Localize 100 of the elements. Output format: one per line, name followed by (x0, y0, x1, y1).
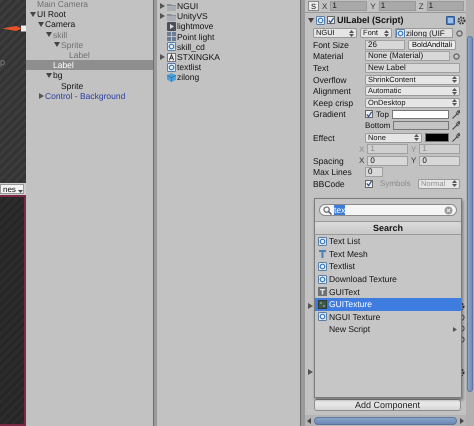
font-icon (167, 52, 176, 62)
option-label: Symbols (379, 179, 412, 188)
color-field[interactable] (425, 133, 449, 142)
folder-icon (167, 12, 176, 21)
eyedropper-icon[interactable] (452, 121, 460, 130)
number-field[interactable]: 0 (365, 167, 383, 178)
number-field[interactable]: 1 (378, 1, 416, 11)
axis-label: X (322, 2, 328, 10)
project-item[interactable]: skill_cd (157, 42, 300, 52)
caret-icon (452, 88, 457, 95)
hierarchy-item[interactable]: bg (26, 70, 153, 80)
axis-label: Y (411, 156, 416, 166)
script-icon (318, 274, 327, 284)
play-icon (167, 22, 176, 31)
expanded-arrow-icon[interactable] (46, 32, 52, 38)
axis-label: X (359, 144, 364, 154)
axis-gizmo-icon[interactable] (2, 24, 26, 33)
hierarchy-item[interactable]: Sprite (26, 80, 153, 91)
caret-icon (452, 180, 457, 188)
menu-item[interactable]: New Script (315, 323, 461, 336)
collapsed-arrow-icon[interactable] (38, 92, 44, 99)
script-icon (318, 262, 327, 271)
caret-icon (384, 30, 389, 36)
property-label: Material (313, 51, 344, 62)
horizontal-scrollbar[interactable] (305, 415, 466, 426)
mesh-icon (318, 249, 327, 258)
clear-icon[interactable] (444, 206, 453, 214)
aspect-dropdown[interactable]: nes (0, 184, 24, 194)
script-icon (316, 16, 325, 24)
object-picker-icon[interactable] (453, 52, 460, 60)
property-label: BBCode (313, 178, 346, 189)
text-field[interactable]: New Label (365, 62, 460, 73)
scroll-right-icon[interactable] (459, 418, 464, 424)
caret-icon (452, 99, 457, 106)
number-field: 1 (367, 144, 408, 154)
script-icon (318, 312, 327, 322)
hierarchy-item[interactable]: Control - Background (26, 90, 153, 101)
menu-item[interactable]: GUIText (315, 285, 461, 298)
checkbox[interactable] (365, 110, 373, 118)
script-icon (167, 42, 176, 52)
script-icon (167, 62, 176, 72)
project-item[interactable]: NGUI (157, 1, 300, 12)
option-label: Bottom (365, 121, 390, 130)
component-title: UILabel (Script) (337, 15, 405, 25)
hierarchy-item[interactable]: Camera (26, 19, 153, 30)
scroll-left-icon[interactable] (307, 418, 312, 424)
color-field[interactable] (392, 110, 449, 119)
object-picker-icon[interactable] (456, 30, 463, 36)
number-field[interactable]: 1 (426, 1, 464, 11)
hierarchy-item[interactable]: UI Root (26, 9, 153, 20)
caret-icon (349, 30, 354, 36)
object-field[interactable]: None (Material) (365, 51, 450, 62)
scene-view[interactable]: p (0, 0, 26, 182)
number-field: 1 (419, 144, 460, 154)
caret-icon (452, 76, 457, 84)
script-icon (396, 29, 405, 37)
axis-label: Y (370, 2, 376, 10)
settings-icon[interactable] (457, 16, 466, 24)
eyedropper-icon[interactable] (452, 133, 460, 142)
menu-item[interactable]: Textlist (315, 260, 461, 273)
menu-item[interactable]: GUITexture (315, 298, 461, 311)
menu-item[interactable]: Text List (315, 235, 461, 248)
project-item[interactable]: Point light (157, 32, 300, 42)
texture-icon (318, 300, 327, 309)
script-icon (318, 236, 327, 246)
menu-header: Search (315, 221, 461, 235)
menu-item[interactable]: NGUI Texture (315, 310, 461, 324)
property-label: Effect (313, 132, 336, 143)
property-label: Alignment (313, 86, 352, 96)
project-item[interactable]: zilong (157, 72, 300, 82)
number-field[interactable]: 26 (365, 40, 405, 50)
expanded-arrow-icon[interactable] (30, 12, 36, 17)
expanded-arrow-icon[interactable] (54, 42, 60, 48)
text-block-icon (318, 287, 327, 296)
checkbox[interactable] (327, 16, 335, 24)
caret-icon (414, 134, 419, 142)
property-label: Spacing (313, 156, 345, 166)
color-field[interactable] (393, 121, 449, 130)
property-label: Gradient (313, 109, 347, 120)
project-item[interactable]: textlist (157, 62, 300, 72)
add-component-button[interactable]: Add Component (314, 399, 461, 411)
expanded-arrow-icon[interactable] (38, 22, 44, 27)
number-field[interactable]: 0 (367, 156, 408, 166)
project-item[interactable]: lightmove (157, 21, 300, 32)
property-label: Text (313, 62, 330, 73)
grid-icon (167, 32, 176, 42)
menu-item[interactable]: Download Texture (315, 272, 461, 286)
cube-icon (167, 72, 176, 82)
number-field[interactable]: 1 (330, 1, 368, 11)
expanded-arrow-icon[interactable] (46, 72, 52, 78)
view-mode-label: p (0, 57, 6, 67)
property-label: Font Size (313, 40, 350, 50)
folder-icon (167, 2, 176, 11)
search-icon (323, 206, 332, 214)
number-field[interactable]: 0 (419, 156, 460, 166)
eyedropper-icon[interactable] (452, 110, 460, 119)
object-field[interactable]: zilong (UIF (395, 28, 453, 38)
menu-item[interactable]: Text Mesh (315, 248, 461, 260)
property-label: Max Lines (313, 167, 353, 178)
vertical-scrollbar[interactable] (466, 0, 474, 426)
